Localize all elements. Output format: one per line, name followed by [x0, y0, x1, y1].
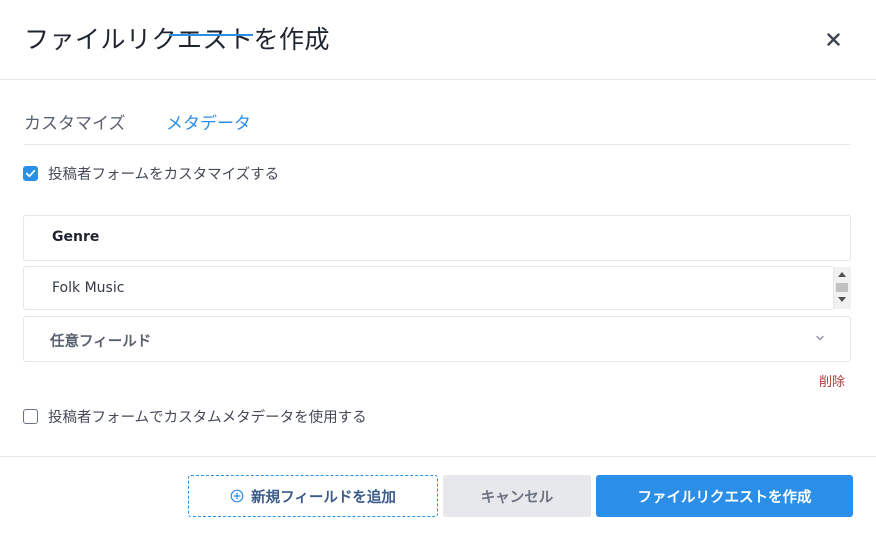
add-field-button[interactable]: 新規フィールドを追加 [188, 475, 438, 517]
active-tab-indicator [169, 34, 253, 36]
close-button[interactable] [818, 24, 848, 54]
close-icon [826, 32, 840, 46]
dialog-title: ファイルリクエストを作成 [24, 25, 331, 54]
customize-form-label: 投稿者フォームをカスタマイズする [48, 167, 280, 183]
tab-bar: カスタマイズ メタデータ [24, 108, 851, 145]
custom-metadata-checkbox[interactable] [23, 409, 38, 424]
field-name: Genre [52, 229, 100, 245]
chevron-down-icon [816, 335, 824, 341]
customize-form-checkbox[interactable] [23, 166, 38, 181]
customize-form-checkbox-row[interactable]: 投稿者フォームをカスタマイズする [23, 163, 279, 184]
scroll-thumb[interactable] [836, 283, 848, 292]
field-value: Folk Music [52, 280, 125, 296]
optional-field-dropdown[interactable]: 任意フィールド [23, 316, 851, 362]
create-file-request-button[interactable]: ファイルリクエストを作成 [596, 475, 853, 517]
custom-metadata-checkbox-row[interactable]: 投稿者フォームでカスタムメタデータを使用する [23, 406, 367, 427]
field-name-box: Genre [23, 215, 851, 261]
tab-customize[interactable]: カスタマイズ [24, 112, 126, 136]
scroll-up-arrow-icon[interactable] [838, 272, 846, 277]
plus-circle-icon [230, 489, 244, 503]
dialog-header: ファイルリクエストを作成 [0, 0, 876, 80]
scroll-down-arrow-icon[interactable] [838, 297, 846, 302]
checkmark-icon [25, 169, 36, 178]
delete-field-link[interactable]: 削除 [819, 371, 845, 390]
custom-metadata-label: 投稿者フォームでカスタムメタデータを使用する [48, 410, 367, 426]
add-field-label: 新規フィールドを追加 [251, 489, 396, 506]
value-scrollbar[interactable] [834, 267, 851, 309]
optional-field-label: 任意フィールド [50, 334, 152, 350]
file-request-dialog: ファイルリクエストを作成 カスタマイズ メタデータ 投稿者フォームをカスタマイズ… [0, 0, 876, 535]
tab-metadata[interactable]: メタデータ [166, 112, 251, 136]
cancel-button[interactable]: キャンセル [443, 475, 591, 517]
field-value-input[interactable]: Folk Music [23, 266, 834, 310]
